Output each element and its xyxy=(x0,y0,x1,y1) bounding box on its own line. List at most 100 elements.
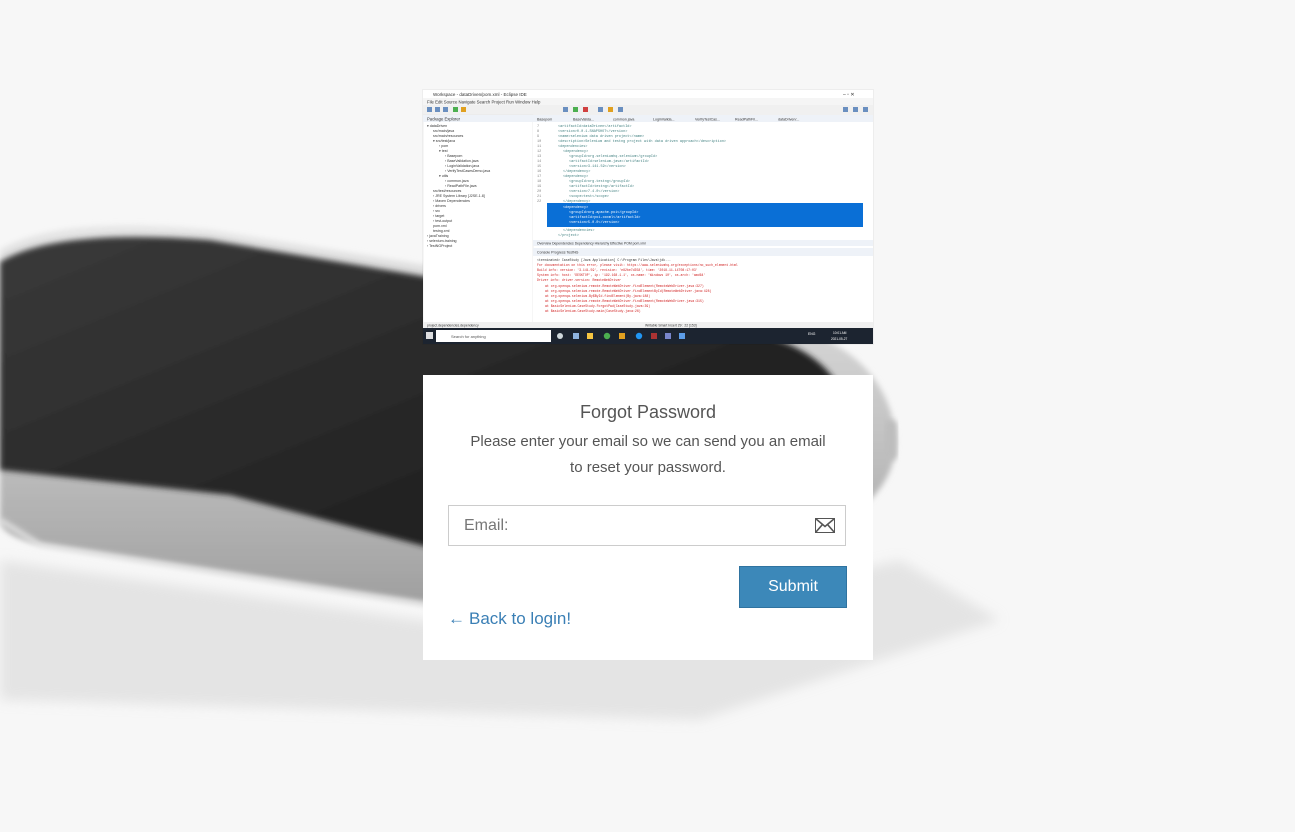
svg-text:› TestNGProject: › TestNGProject xyxy=(427,244,452,248)
svg-text:▾ utils: ▾ utils xyxy=(439,174,448,178)
svg-text:› Maven Dependencies: › Maven Dependencies xyxy=(433,199,470,203)
page-title: Forgot Password xyxy=(579,402,717,422)
svg-text:ENG: ENG xyxy=(808,332,816,336)
svg-text:Workspace - dataDriven/pom.xml: Workspace - dataDriven/pom.xml - Eclipse… xyxy=(433,92,527,97)
svg-text:<artifactId>testng</artifactId: <artifactId>testng</artifactId> xyxy=(569,184,634,189)
svg-text:<scope>test</scope>: <scope>test</scope> xyxy=(569,194,609,199)
svg-text:src/main/resources: src/main/resources xyxy=(433,134,464,138)
svg-text:<artifactId>dataDriven</artifa: <artifactId>dataDriven</artifactId> xyxy=(558,124,632,129)
instructions-text: Please enter your email so we can send y… xyxy=(470,433,826,476)
svg-text:<artifactId>selenium-java</art: <artifactId>selenium-java</artifactId> xyxy=(569,159,649,164)
svg-text:20: 20 xyxy=(537,190,541,194)
svg-text:<version>3.141.59</version>: <version>3.141.59</version> xyxy=(569,164,626,169)
svg-text:</dependency>: </dependency> xyxy=(563,169,590,174)
svg-text:project.dependencies.dependenc: project.dependencies.dependency xyxy=(427,324,479,328)
svg-text:– ▫ ✕: – ▫ ✕ xyxy=(843,92,855,98)
svg-text:› BaseValidation.java: › BaseValidation.java xyxy=(445,159,479,163)
svg-text:19: 19 xyxy=(537,185,541,189)
svg-text:Basepom: Basepom xyxy=(537,118,552,122)
svg-text:› drivers: › drivers xyxy=(433,204,446,208)
svg-text:<description>Selenium and test: <description>Selenium and testng project… xyxy=(558,139,726,144)
svg-text:› LoginValidation.java: › LoginValidation.java xyxy=(445,164,479,168)
svg-text:▾ src/test/java: ▾ src/test/java xyxy=(433,139,455,143)
svg-text:15: 15 xyxy=(537,165,541,169)
svg-text:21: 21 xyxy=(537,195,541,199)
svg-text:ReadPathFil...: ReadPathFil... xyxy=(735,118,758,122)
email-field[interactable] xyxy=(449,506,799,545)
svg-text:› target: › target xyxy=(433,214,444,218)
svg-text:▾ test: ▾ test xyxy=(439,149,448,153)
svg-text:at org.openqa.selenium.remote.: at org.openqa.selenium.remote.RemoteWebD… xyxy=(545,289,712,293)
svg-text:Package Explorer: Package Explorer xyxy=(427,117,461,122)
submit-button[interactable]: Submit xyxy=(739,566,847,608)
left-arrow-icon: ← xyxy=(448,609,465,628)
svg-text:› test-output: › test-output xyxy=(433,219,452,223)
svg-text:2021-05-27: 2021-05-27 xyxy=(831,337,848,341)
svg-text:src/test/resources: src/test/resources xyxy=(433,189,462,193)
svg-text:22: 22 xyxy=(537,200,541,204)
svg-text:pom.xml: pom.xml xyxy=(433,224,447,228)
svg-text:<groupId>org.testng</groupId>: <groupId>org.testng</groupId> xyxy=(569,179,630,184)
svg-text:at org.openqa.selenium.remote.: at org.openqa.selenium.remote.RemoteWebD… xyxy=(545,299,704,303)
svg-text:<groupId>org.seleniumhq.seleni: <groupId>org.seleniumhq.selenium</groupI… xyxy=(569,154,657,159)
svg-text:› VerifyTestCasesDemo.java: › VerifyTestCasesDemo.java xyxy=(445,169,490,173)
svg-text:› selenium-training: › selenium-training xyxy=(427,239,457,243)
svg-text:› JRE System Library [J2SE-1.8: › JRE System Library [J2SE-1.8] xyxy=(433,194,485,198)
svg-text:› common.java: › common.java xyxy=(445,179,469,183)
svg-text:</project>: </project> xyxy=(558,233,579,238)
svg-text:<artifactId>poi-ooxml</artifac: <artifactId>poi-ooxml</artifactId> xyxy=(569,215,640,220)
svg-text:<dependencies>: <dependencies> xyxy=(558,144,587,149)
svg-text:Build info: version: '3.141.59: Build info: version: '3.141.59', revisio… xyxy=(537,268,698,272)
svg-text:File Edit Source Navigate: File Edit Source Navigate Search Project… xyxy=(427,100,541,105)
svg-text:› ReadPathFile.java: › ReadPathFile.java xyxy=(445,184,477,188)
svg-text:11: 11 xyxy=(537,145,541,149)
svg-text:› Basepom: › Basepom xyxy=(445,154,462,158)
svg-text:13: 13 xyxy=(537,155,541,159)
svg-text:18: 18 xyxy=(537,180,541,184)
svg-text:12: 12 xyxy=(537,150,541,154)
svg-text:Driver info: driver.version: R: Driver info: driver.version: RemoteWebDr… xyxy=(537,278,621,282)
back-to-login-label: Back to login! xyxy=(469,609,572,628)
svg-text:› pom: › pom xyxy=(439,144,448,148)
svg-text:common.java: common.java xyxy=(613,118,634,122)
svg-text:10: 10 xyxy=(537,140,541,144)
svg-text:16: 16 xyxy=(537,170,541,174)
svg-text:7: 7 xyxy=(537,125,539,129)
svg-text:Search for anything: Search for anything xyxy=(451,334,486,339)
envelope-icon xyxy=(814,517,836,534)
svg-text:8: 8 xyxy=(537,130,539,134)
svg-text:Writable Smart Insert: Writable Smart Insert 29 : 22 [153] xyxy=(645,324,697,328)
svg-text:▾ dataDriven: ▾ dataDriven xyxy=(427,124,447,128)
svg-text:<dependency>: <dependency> xyxy=(563,149,588,154)
svg-text:VerifyTestCas...: VerifyTestCas... xyxy=(695,118,720,122)
svg-text:LoginValida...: LoginValida... xyxy=(653,118,675,122)
svg-text:17: 17 xyxy=(537,175,541,179)
svg-text:BaseValida...: BaseValida... xyxy=(573,118,594,122)
email-field-container xyxy=(448,505,846,546)
svg-text:Overview Dependencies Depend: Overview Dependencies Dependency Hierarc… xyxy=(537,242,646,246)
svg-text:<version>0.0.1-SNAPSHOT</versi: <version>0.0.1-SNAPSHOT</version> xyxy=(558,129,627,134)
svg-text:For documentation on this erro: For documentation on this error, please … xyxy=(537,263,738,267)
svg-text:System info: host: 'DESKTOP',: System info: host: 'DESKTOP', ip: '192.1… xyxy=(537,273,705,277)
svg-text:9: 9 xyxy=(537,135,539,139)
ide-screenshot-image: Workspace - dataDriven/pom.xml - Eclipse… xyxy=(423,90,873,344)
svg-text:testng.xml: testng.xml xyxy=(433,229,450,233)
svg-text:at BasicSelenium.CaseStudy.For: at BasicSelenium.CaseStudy.ForgotPwd(Cas… xyxy=(545,304,650,308)
svg-text:<dependency>: <dependency> xyxy=(563,205,588,210)
svg-text:10:01 AM: 10:01 AM xyxy=(833,331,847,335)
forgot-password-card: Forgot Password Please enter your email … xyxy=(423,375,873,660)
svg-text:</dependencies>: </dependencies> xyxy=(563,228,595,233)
back-to-login-link[interactable]: ← Back to login! xyxy=(448,609,571,629)
svg-text:<dependency>: <dependency> xyxy=(563,174,588,179)
svg-text:dataDriven/...: dataDriven/... xyxy=(778,118,799,122)
svg-text:14: 14 xyxy=(537,160,541,164)
svg-text:› javaTraining: › javaTraining xyxy=(427,234,449,238)
svg-text:<groupId>org.apache.poi</group: <groupId>org.apache.poi</groupId> xyxy=(569,210,638,215)
svg-text:Console Progress TestNG: Console Progress TestNG xyxy=(537,251,579,255)
svg-text:<terminated> CaseStudy [Java A: <terminated> CaseStudy [Java Application… xyxy=(537,258,671,262)
svg-text:› src: › src xyxy=(433,209,440,213)
svg-text:at BasicSelenium.CaseStudy.mai: at BasicSelenium.CaseStudy.main(CaseStud… xyxy=(545,309,641,313)
svg-text:at org.openqa.selenium.remote.: at org.openqa.selenium.remote.RemoteWebD… xyxy=(545,284,704,288)
svg-text:<version>5.0.0</version>: <version>5.0.0</version> xyxy=(569,220,619,225)
svg-text:src/main/java: src/main/java xyxy=(433,129,454,133)
